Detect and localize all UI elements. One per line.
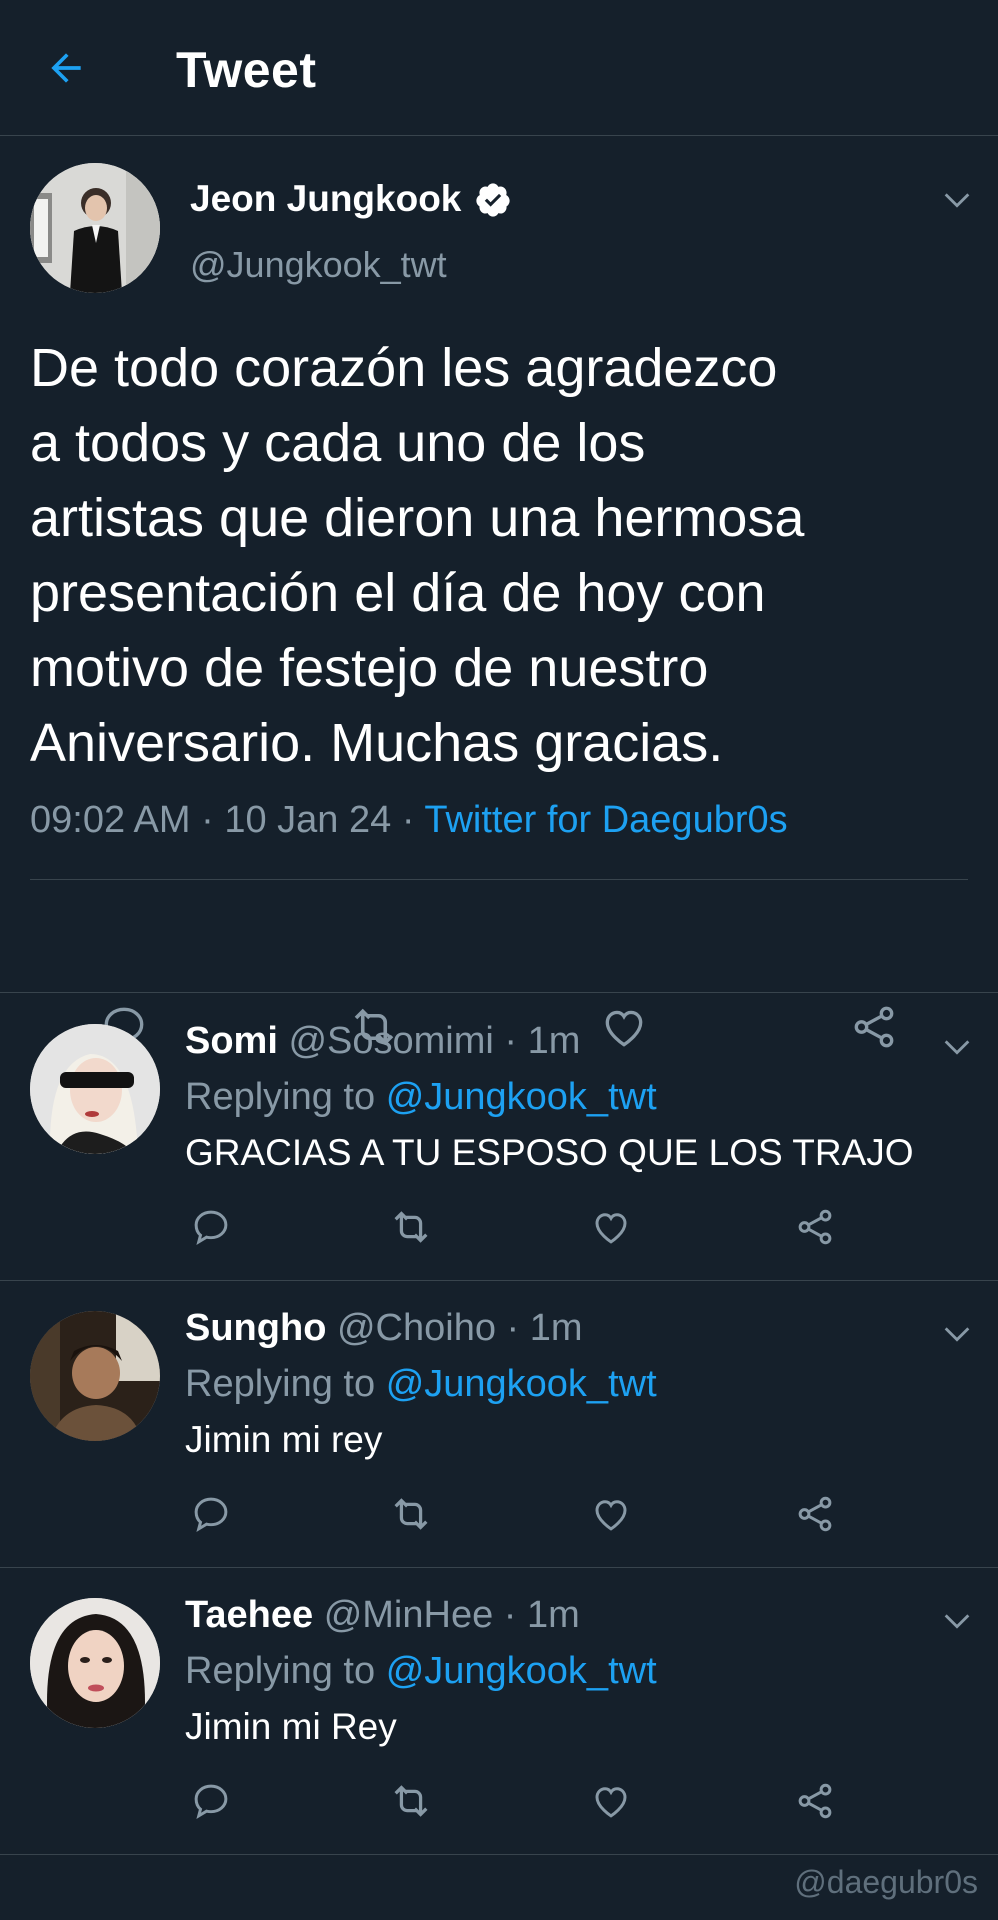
replying-to: Replying to @Jungkook_twt [185,1359,657,1409]
meta-separator: · [391,799,425,841]
reply-text: GRACIAS A TU ESPOSO QUE LOS TRAJO [185,1132,914,1173]
reply-author-handle[interactable]: @MinHee [324,1594,494,1636]
arrow-left-icon [51,53,81,83]
replying-label: Replying to [185,1650,376,1692]
reply-button[interactable] [186,1202,236,1252]
reply-time: 1m [527,1594,580,1636]
retweet-icon [394,1498,428,1530]
like-icon [595,1787,627,1818]
back-button[interactable] [38,40,94,96]
reply-time: 1m [527,1020,581,1062]
retweet-button[interactable] [386,1202,436,1252]
reply-avatar[interactable] [30,1311,160,1441]
tweet-meta: 09:02 AM · 10 Jan 24 · Twitter for Daegu… [30,797,788,843]
verified-badge-icon [476,183,510,217]
reply-item[interactable]: Sungho @Choiho · 1m Replying to @Jungkoo… [0,1281,998,1568]
share-button[interactable] [790,1202,840,1252]
reply-author-handle[interactable]: @Choiho [337,1307,496,1349]
reply-header: Sungho @Choiho · 1m [185,1303,583,1353]
chevron-down-icon[interactable] [940,1317,974,1351]
like-button[interactable] [586,1202,636,1252]
like-button[interactable] [586,1776,636,1826]
retweet-icon [394,1785,428,1817]
replying-mention[interactable]: @Jungkook_twt [386,1650,657,1692]
reply-button[interactable] [186,1489,236,1539]
retweet-button[interactable] [386,1776,436,1826]
replying-to: Replying to @Jungkook_twt [185,1646,657,1696]
chevron-down-icon[interactable] [940,1030,974,1064]
dot-separator: · [503,1594,517,1636]
reply-time: 1m [529,1307,583,1349]
replying-label: Replying to [185,1076,376,1118]
reply-author-name[interactable]: Sungho [185,1307,326,1349]
replying-mention[interactable]: @Jungkook_twt [386,1363,657,1405]
reply-author-name[interactable]: Taehee [185,1594,313,1636]
share-button[interactable] [790,1776,840,1826]
tweet-detail-screen: Tweet Jeon Jungkook @Jungkook_twt De tod [0,0,998,1920]
tweet-time: 09:02 AM [30,799,191,841]
dot-separator: · [506,1307,520,1349]
share-button[interactable] [790,1489,840,1539]
reply-author-name[interactable]: Somi [185,1020,278,1062]
chevron-down-icon[interactable] [940,1604,974,1638]
page-title: Tweet [176,42,317,98]
reply-icon [194,1497,228,1533]
reply-header: Somi @Sosomimi · 1m [185,1016,580,1066]
reply-text: Jimin mi Rey [185,1706,397,1747]
dot-separator: · [504,1020,518,1062]
replying-label: Replying to [185,1363,376,1405]
share-icon [798,1209,832,1245]
retweet-button[interactable] [386,1489,436,1539]
reply-author-handle[interactable]: @Sosomimi [288,1020,493,1062]
main-tweet: Jeon Jungkook @Jungkook_twt De todo cora… [0,137,998,1049]
reply-avatar[interactable] [30,1598,160,1728]
reply-button[interactable] [186,1776,236,1826]
chevron-down-icon[interactable] [940,183,974,217]
replying-mention[interactable]: @Jungkook_twt [386,1076,657,1118]
share-icon [798,1783,832,1819]
reply-item[interactable]: Taehee @MinHee · 1m Replying to @Jungkoo… [0,1568,998,1855]
like-icon [595,1500,627,1531]
author-name[interactable]: Jeon Jungkook [190,177,461,221]
tweet-date: 10 Jan 24 [224,799,392,841]
author-handle[interactable]: @Jungkook_twt [190,243,447,287]
meta-separator: · [190,799,225,841]
replying-to: Replying to @Jungkook_twt [185,1072,657,1122]
top-bar: Tweet [0,0,998,136]
divider [30,879,968,880]
tweet-source-link[interactable]: Twitter for Daegubr0s [424,799,787,841]
share-icon [798,1496,832,1532]
reply-header: Taehee @MinHee · 1m [185,1590,580,1640]
author-avatar[interactable] [30,163,160,293]
like-icon [595,1213,627,1244]
reply-icon [194,1210,228,1246]
retweet-icon [394,1211,428,1243]
reply-text: Jimin mi rey [185,1419,383,1460]
reply-icon [194,1784,228,1820]
tweet-text: De todo corazón les agradezco a todos y … [30,338,805,773]
watermark: @daegubr0s [794,1864,978,1900]
reply-avatar[interactable] [30,1024,160,1154]
reply-item[interactable]: Somi @Sosomimi · 1m Replying to @Jungkoo… [0,994,998,1281]
like-button[interactable] [586,1489,636,1539]
